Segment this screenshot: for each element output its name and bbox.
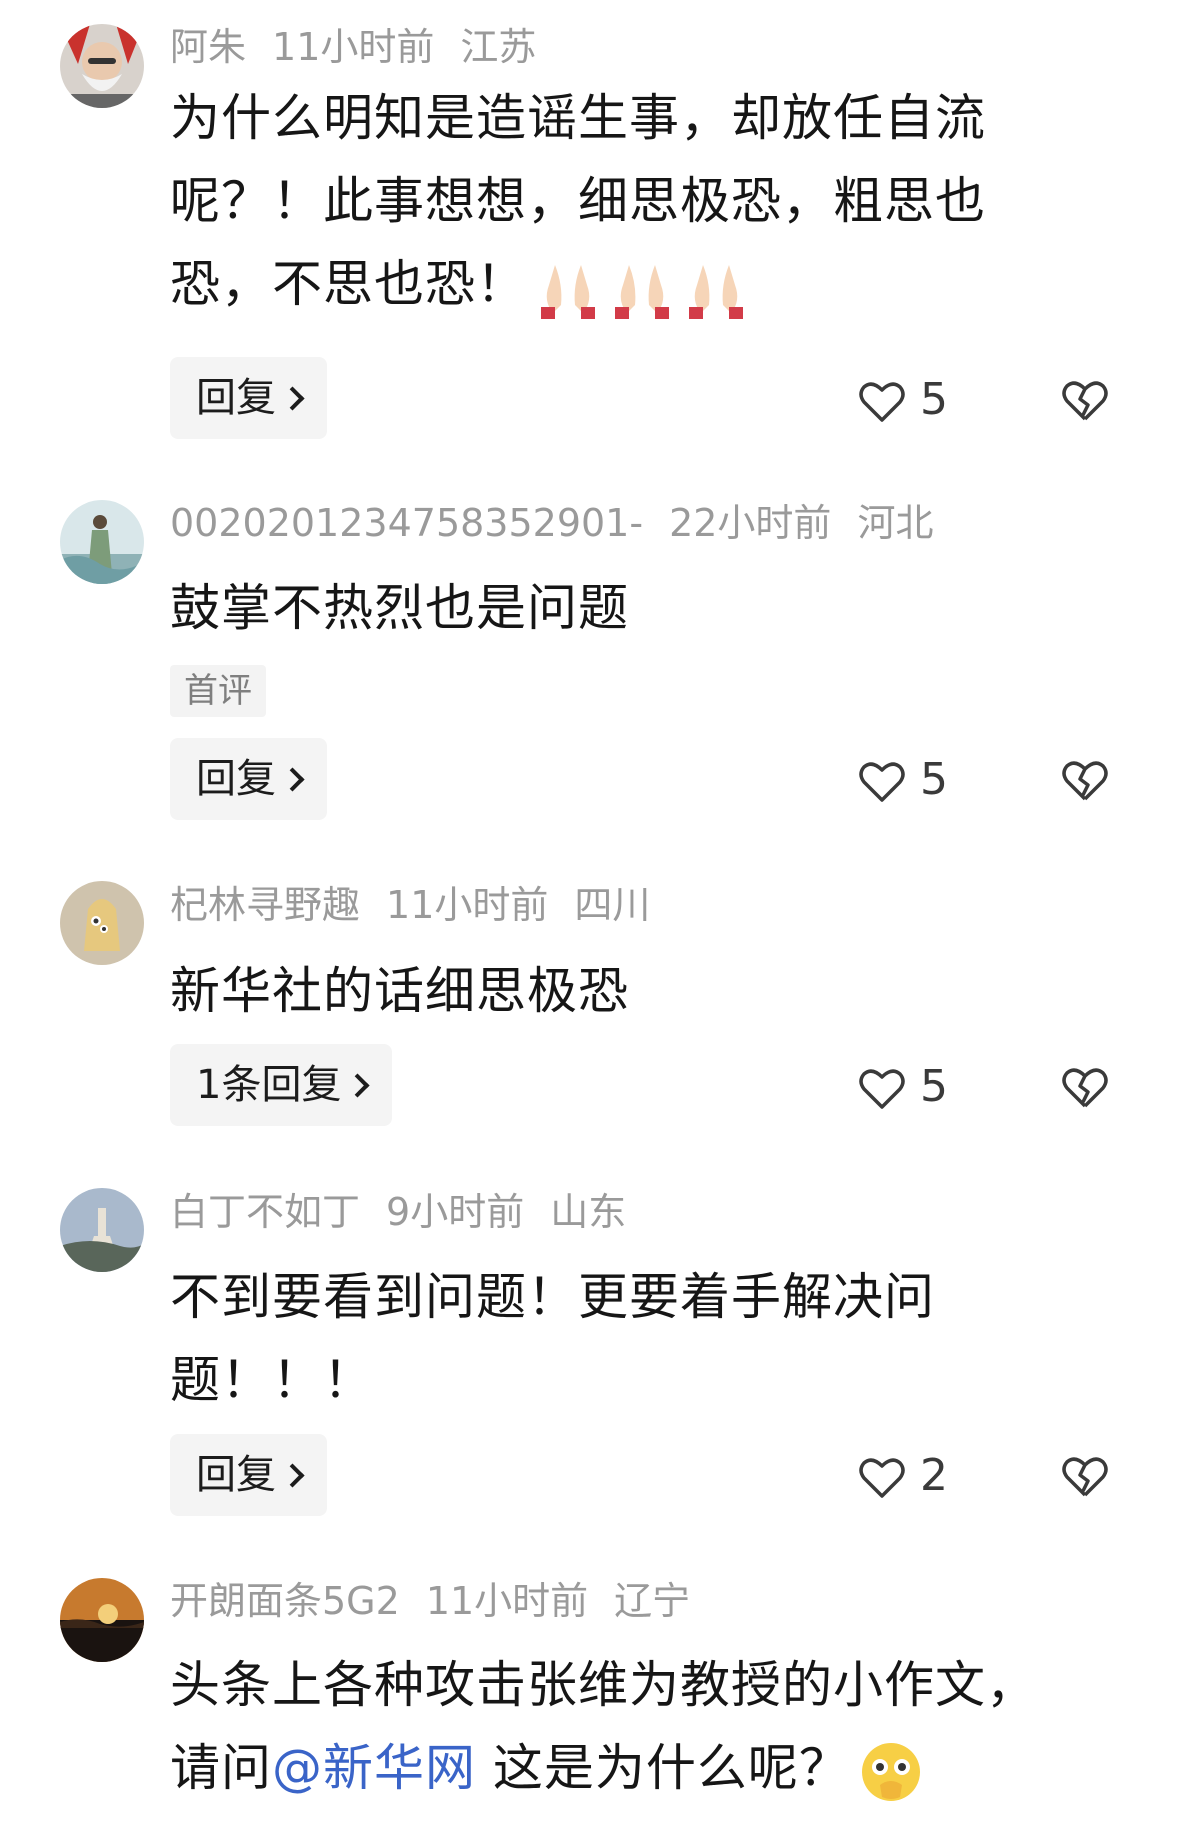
heart-icon xyxy=(859,1458,905,1498)
broken-heart-icon[interactable] xyxy=(1060,375,1110,425)
broken-heart-icon[interactable] xyxy=(1060,1062,1110,1112)
comment-time: 11小时前 xyxy=(425,1579,589,1623)
like-count: 5 xyxy=(920,754,948,805)
like-count: 2 xyxy=(920,1450,948,1501)
comment-meta: 白丁不如丁 9小时前 山东 xyxy=(170,1187,652,1237)
reply-label: 回复 xyxy=(196,375,276,421)
username[interactable]: 开朗面条5G2 xyxy=(170,1579,400,1623)
like-button[interactable]: 5 xyxy=(858,370,948,430)
username[interactable]: 0020201234758352901- xyxy=(170,501,643,545)
comment-text: 头条上各种攻击张维为教授的小作文，请问@新华网 这是为什么呢？ xyxy=(170,1644,1070,1810)
heart-icon xyxy=(859,1069,905,1109)
comment-meta: 开朗面条5G2 11小时前 辽宁 xyxy=(170,1576,716,1626)
folded-hands-icon xyxy=(615,264,669,319)
chevron-right-icon xyxy=(345,1073,370,1098)
comment-text: 为什么明知是造谣生事，却放任自流呢？！此事想想，细思极恐，粗思也恐，不思也恐！ xyxy=(170,77,1070,326)
reply-label: 回复 xyxy=(196,1452,276,1498)
reply-label: 1条回复 xyxy=(196,1062,342,1108)
like-button[interactable]: 5 xyxy=(858,750,948,810)
comment-meta: 0020201234758352901- 22小时前 河北 xyxy=(170,498,959,548)
comment-meta: 阿朱 11小时前 江苏 xyxy=(170,22,562,72)
reply-button[interactable]: 回复 xyxy=(170,738,327,820)
comment-time: 22小时前 xyxy=(669,501,832,545)
reply-button[interactable]: 回复 xyxy=(170,1434,327,1516)
comment-location: 辽宁 xyxy=(614,1579,691,1623)
comment-text-content: 这是为什么呢？ xyxy=(476,1739,850,1797)
like-count: 5 xyxy=(920,374,948,425)
mention-link[interactable]: @新华网 xyxy=(272,1739,476,1797)
heart-icon xyxy=(859,762,905,802)
comment-text-content: 鼓掌不热烈也是问题 xyxy=(170,579,629,637)
username[interactable]: 杞林寻野趣 xyxy=(170,883,360,927)
reply-button[interactable]: 回复 xyxy=(170,357,327,439)
comment-text-content: 不到要看到问题！更要着手解决问题！！！ xyxy=(170,1268,935,1409)
heart-icon xyxy=(859,382,905,422)
chevron-right-icon xyxy=(280,1463,305,1488)
avatar[interactable] xyxy=(60,1578,144,1662)
reply-label: 回复 xyxy=(196,756,276,802)
comment-location: 山东 xyxy=(550,1190,627,1234)
folded-hands-icon xyxy=(689,264,743,319)
chevron-right-icon xyxy=(280,767,305,792)
broken-heart-icon[interactable] xyxy=(1060,755,1110,805)
comment-text: 新华社的话细思极恐 xyxy=(170,950,1070,1033)
comment-time: 11小时前 xyxy=(272,25,435,69)
avatar[interactable] xyxy=(60,881,144,965)
comment-text: 鼓掌不热烈也是问题 xyxy=(170,567,1070,650)
comment-location: 四川 xyxy=(574,883,651,927)
like-button[interactable]: 2 xyxy=(858,1446,948,1506)
comment-time: 9小时前 xyxy=(386,1190,525,1234)
reply-button[interactable]: 1条回复 xyxy=(170,1044,393,1126)
face-with-hand-over-mouth-icon xyxy=(861,1742,920,1801)
like-button[interactable]: 5 xyxy=(858,1057,948,1117)
comment-text-content: 新华社的话细思极恐 xyxy=(170,962,629,1020)
username[interactable]: 白丁不如丁 xyxy=(170,1190,360,1234)
comment-meta: 杞林寻野趣 11小时前 四川 xyxy=(170,880,676,930)
avatar[interactable] xyxy=(60,1188,144,1272)
comment-time: 11小时前 xyxy=(386,883,549,927)
comment-location: 河北 xyxy=(857,501,934,545)
chevron-right-icon xyxy=(280,386,305,411)
broken-heart-icon[interactable] xyxy=(1060,1451,1110,1501)
comment-text: 不到要看到问题！更要着手解决问题！！！ xyxy=(170,1256,1070,1422)
first-comment-badge: 首评 xyxy=(170,665,266,717)
like-count: 5 xyxy=(920,1061,948,1112)
comment-location: 江苏 xyxy=(460,25,537,69)
username[interactable]: 阿朱 xyxy=(170,25,246,69)
avatar[interactable] xyxy=(60,500,144,584)
folded-hands-icon xyxy=(541,264,595,319)
avatar[interactable] xyxy=(60,24,144,108)
